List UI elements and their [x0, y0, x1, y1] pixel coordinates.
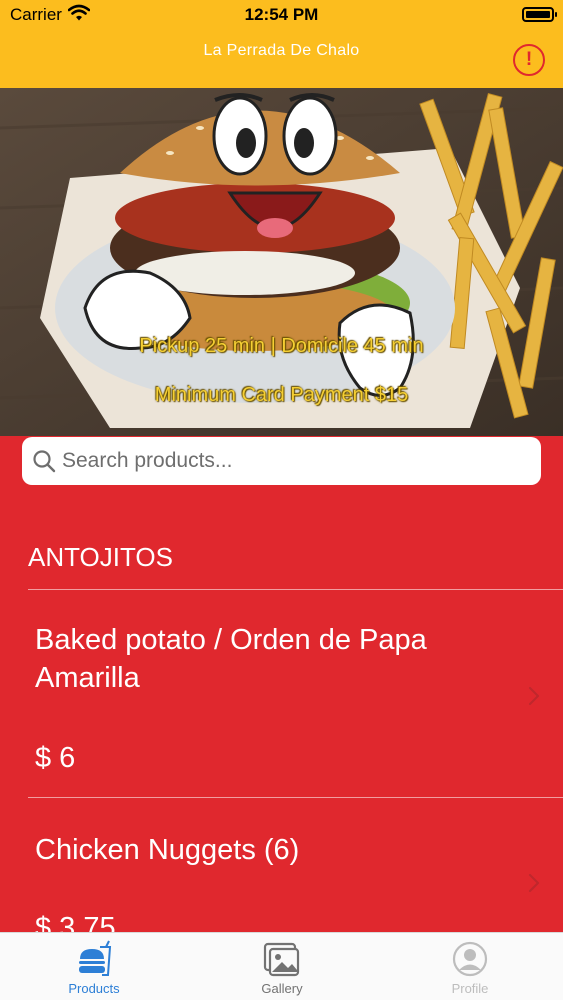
hero-banner: Pickup 25 min | Domicile 45 min Minimum … [0, 88, 563, 436]
delivery-times-text: Pickup 25 min | Domicile 45 min [139, 335, 424, 357]
product-name: Chicken Nuggets (6) [35, 834, 300, 866]
product-name: Baked potato / Orden de Papa Amarilla [35, 624, 427, 694]
tab-label: Gallery [261, 981, 303, 996]
nav-bar: La Perrada De Chalo ! [0, 32, 563, 88]
profile-icon [452, 941, 488, 977]
status-bar: Carrier 12:54 PM [0, 0, 563, 32]
product-price: $ 6 [35, 742, 76, 774]
tab-profile[interactable]: Profile [376, 933, 563, 1000]
chevron-right-icon [528, 686, 540, 706]
tab-label: Products [68, 981, 120, 996]
exclamation-icon: ! [525, 49, 533, 70]
search-icon [33, 450, 56, 473]
gallery-icon [263, 942, 300, 977]
fast-food-icon [79, 940, 112, 976]
list-item[interactable]: Chicken Nuggets (6) $ 3.75 [0, 798, 563, 944]
list-item[interactable]: Baked potato / Orden de Papa Amarilla $ … [0, 590, 563, 797]
search-input[interactable] [62, 445, 532, 477]
tab-products[interactable]: Products [0, 933, 188, 1000]
alert-info-button[interactable]: ! [513, 44, 545, 76]
search-bar[interactable] [22, 437, 541, 485]
section-title: ANTOJITOS [28, 542, 173, 572]
battery-icon [522, 7, 557, 22]
chevron-right-icon [528, 873, 540, 893]
tab-label: Profile [451, 981, 489, 996]
clock: 12:54 PM [244, 5, 319, 24]
page-title: La Perrada De Chalo [203, 42, 360, 59]
minimum-payment-text: Minimum Card Payment $15 [154, 384, 409, 406]
tab-gallery[interactable]: Gallery [188, 933, 376, 1000]
tab-bar: Products Gallery Profile [0, 932, 563, 1000]
